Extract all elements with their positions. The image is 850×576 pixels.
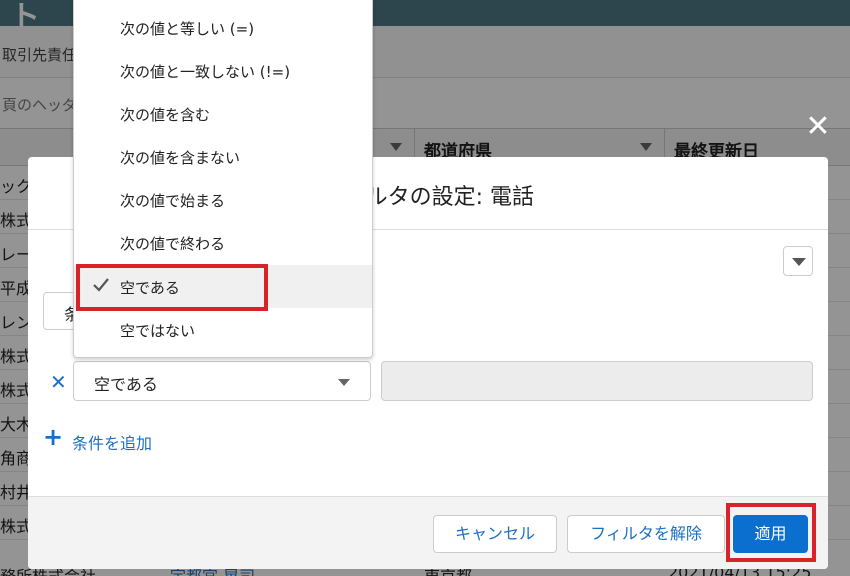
apply-highlight-box (726, 503, 816, 562)
dropdown-option-label: 次の値で終わる (120, 235, 226, 253)
remove-condition-icon[interactable]: ✕ (50, 370, 67, 394)
selected-option-highlight-box (76, 264, 268, 311)
value-input (381, 361, 813, 401)
dropdown-option-label: 空ではない (120, 322, 196, 340)
dropdown-option[interactable]: 次の値を含む (74, 92, 372, 135)
dropdown-option-label: 次の値と一致しない (!=) (120, 63, 291, 81)
dropdown-option[interactable]: 空ではない (74, 308, 372, 351)
dropdown-option-label: 次の値で始まる (120, 192, 226, 210)
dropdown-option[interactable]: 次の値を含まない (74, 135, 372, 178)
dropdown-option[interactable]: 次の値で始まる (74, 178, 372, 221)
clear-filter-button[interactable]: フィルタを解除 (567, 515, 725, 553)
dropdown-option[interactable]: 次の値で終わる (74, 221, 372, 264)
operator-select[interactable]: 空である (73, 361, 371, 401)
add-condition-label: 条件を追加 (72, 434, 153, 453)
modal-footer: キャンセル フィルタを解除 適用 (28, 496, 828, 569)
dropdown-option-label: 次の値を含む (120, 106, 211, 124)
dropdown-option-label: 次の値を含まない (120, 149, 241, 167)
dropdown-option-label: 次の値と等しい (=) (120, 20, 255, 38)
close-icon[interactable]: ✕ (803, 112, 833, 142)
plus-icon: + (43, 423, 64, 451)
cancel-button[interactable]: キャンセル (433, 515, 557, 553)
options-dropdown-button[interactable] (783, 246, 813, 276)
dropdown-option[interactable]: 次の値と一致しない (!=) (74, 49, 372, 92)
dropdown-option[interactable]: 次の値と等しい (=) (74, 6, 372, 49)
operator-select-value: 空である (94, 375, 158, 394)
